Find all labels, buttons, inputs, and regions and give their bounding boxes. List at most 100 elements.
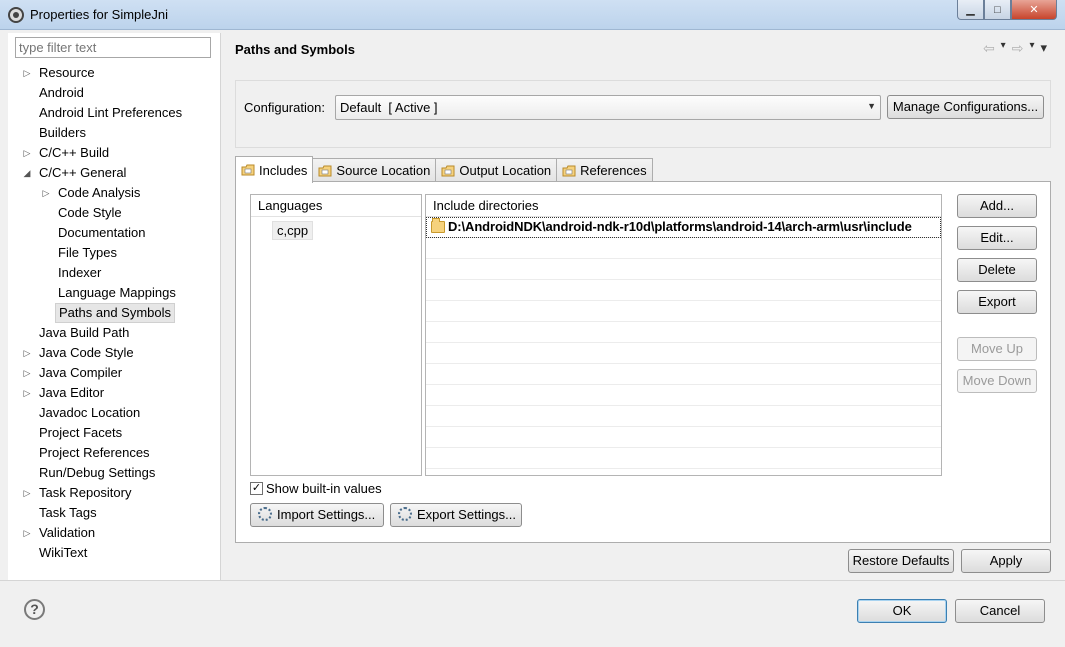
tab-includes[interactable]: Includes [235, 156, 314, 183]
tree-item-label: Code Style [58, 205, 122, 220]
table-row[interactable] [426, 385, 941, 406]
languages-header: Languages [251, 195, 421, 217]
languages-list[interactable]: Languages c,cpp [250, 194, 422, 476]
tree-item-label: Java Build Path [39, 325, 130, 340]
tree-item[interactable]: Java Build Path [8, 323, 221, 343]
tree-item[interactable]: Project Facets [8, 423, 221, 443]
maximize-button[interactable]: □ [984, 0, 1011, 20]
import-settings-icon [258, 507, 272, 521]
table-row[interactable] [426, 322, 941, 343]
tree-item[interactable]: ◢ C/C++ General [8, 163, 221, 183]
help-icon[interactable]: ? [24, 599, 45, 620]
tree-item[interactable]: Builders [8, 123, 221, 143]
forward-icon[interactable]: ⇨ [1012, 40, 1024, 57]
collapsed-arrow-icon[interactable]: ▷ [22, 383, 32, 403]
tree-item[interactable]: Javadoc Location [8, 403, 221, 423]
configuration-label: Configuration: [244, 100, 325, 115]
tree-item-label: C/C++ Build [39, 145, 110, 160]
export-button[interactable]: Export [957, 290, 1037, 314]
minimize-button[interactable]: ▁ [957, 0, 984, 20]
collapsed-arrow-icon[interactable]: ▷ [22, 143, 32, 163]
tree-item[interactable]: ▷ Task Repository [8, 483, 221, 503]
back-menu-icon[interactable]: ▾ [1001, 40, 1006, 57]
table-row[interactable] [426, 427, 941, 448]
tree-item[interactable]: Android Lint Preferences [8, 103, 221, 123]
tree-item-label: Javadoc Location [39, 405, 141, 420]
forward-menu-icon[interactable]: ▾ [1029, 40, 1034, 57]
tab-references[interactable]: References [556, 158, 653, 182]
table-row[interactable] [426, 364, 941, 385]
tree-item[interactable]: Language Mappings [8, 283, 221, 303]
title-bar: Properties for SimpleJni ▁ □ ✕ [0, 0, 1065, 30]
export-settings-button[interactable]: Export Settings... [390, 503, 522, 527]
collapsed-arrow-icon[interactable]: ▷ [22, 483, 32, 503]
collapsed-arrow-icon[interactable]: ▷ [41, 183, 51, 203]
tree-item[interactable]: ▷ Validation [8, 523, 221, 543]
tree-item[interactable]: ▷ C/C++ Build [8, 143, 221, 163]
tree-item[interactable]: Documentation [8, 223, 221, 243]
import-settings-button[interactable]: Import Settings... [250, 503, 384, 527]
tree-item[interactable]: ▷ Java Compiler [8, 363, 221, 383]
tree-item[interactable]: WikiText [8, 543, 221, 563]
tab-source-location[interactable]: Source Location [312, 158, 437, 182]
tab-output-location[interactable]: Output Location [435, 158, 558, 182]
tree-item[interactable]: File Types [8, 243, 221, 263]
table-row[interactable]: D:\AndroidNDK\android-ndk-r10d\platforms… [426, 217, 941, 238]
include-directories-rows: D:\AndroidNDK\android-ndk-r10d\platforms… [426, 217, 941, 469]
tree-item-label: Java Compiler [39, 365, 123, 380]
tree-item[interactable]: Paths and Symbols [8, 303, 221, 323]
tree-item-label: Task Tags [39, 505, 97, 520]
collapsed-arrow-icon[interactable]: ▷ [22, 63, 32, 83]
back-icon[interactable]: ⇦ [983, 40, 995, 57]
tree-item[interactable]: ▷ Resource [8, 63, 221, 83]
tree-item[interactable]: Android [8, 83, 221, 103]
tree-item-label: Indexer [58, 265, 102, 280]
table-row[interactable] [426, 259, 941, 280]
output-folder-icon [441, 164, 455, 178]
page-navigation: ⇦ ▾ ⇨ ▾ ▾ [983, 40, 1047, 57]
tree-item[interactable]: Code Style [8, 203, 221, 223]
tree-item[interactable]: Indexer [8, 263, 221, 283]
add-button[interactable]: Add... [957, 194, 1037, 218]
table-row[interactable] [426, 343, 941, 364]
dialog-button-bar: ? OK Cancel [0, 580, 1065, 647]
tree-item[interactable]: Run/Debug Settings [8, 463, 221, 483]
tree-item-label: Language Mappings [58, 285, 176, 300]
filter-input[interactable] [15, 37, 211, 58]
configuration-select[interactable]: Default [ Active ] ▼ [335, 95, 881, 120]
cancel-button[interactable]: Cancel [955, 599, 1045, 623]
delete-button[interactable]: Delete [957, 258, 1037, 282]
source-folder-icon [318, 164, 332, 178]
move-up-button[interactable]: Move Up [957, 337, 1037, 361]
tree-item[interactable]: ▷ Code Analysis [8, 183, 221, 203]
tree-item[interactable]: ▷ Java Code Style [8, 343, 221, 363]
show-builtin-checkbox[interactable]: ✓ [250, 482, 263, 495]
expanded-arrow-icon[interactable]: ◢ [22, 163, 32, 183]
language-item[interactable]: c,cpp [272, 221, 314, 240]
table-row[interactable] [426, 238, 941, 259]
tree-item-label: Resource [39, 65, 95, 80]
manage-configurations-button[interactable]: Manage Configurations... [887, 95, 1044, 119]
restore-defaults-button[interactable]: Restore Defaults [848, 549, 954, 573]
eclipse-app-icon [8, 7, 24, 23]
edit-button[interactable]: Edit... [957, 226, 1037, 250]
tree-item[interactable]: Task Tags [8, 503, 221, 523]
apply-button[interactable]: Apply [961, 549, 1051, 573]
tree-item[interactable]: Project References [8, 443, 221, 463]
table-row[interactable] [426, 448, 941, 469]
export-settings-label: Export Settings... [417, 507, 516, 522]
ok-button[interactable]: OK [857, 599, 947, 623]
collapsed-arrow-icon[interactable]: ▷ [22, 523, 32, 543]
collapsed-arrow-icon[interactable]: ▷ [22, 343, 32, 363]
table-row[interactable] [426, 301, 941, 322]
tree-item-label: Documentation [58, 225, 146, 240]
include-directories-table[interactable]: Include directories D:\AndroidNDK\androi… [425, 194, 942, 476]
move-down-button[interactable]: Move Down [957, 369, 1037, 393]
include-directories-header: Include directories [426, 195, 941, 217]
collapsed-arrow-icon[interactable]: ▷ [22, 363, 32, 383]
tree-item[interactable]: ▷ Java Editor [8, 383, 221, 403]
close-button[interactable]: ✕ [1011, 0, 1057, 20]
table-row[interactable] [426, 406, 941, 427]
view-menu-icon[interactable]: ▾ [1040, 40, 1047, 57]
table-row[interactable] [426, 280, 941, 301]
